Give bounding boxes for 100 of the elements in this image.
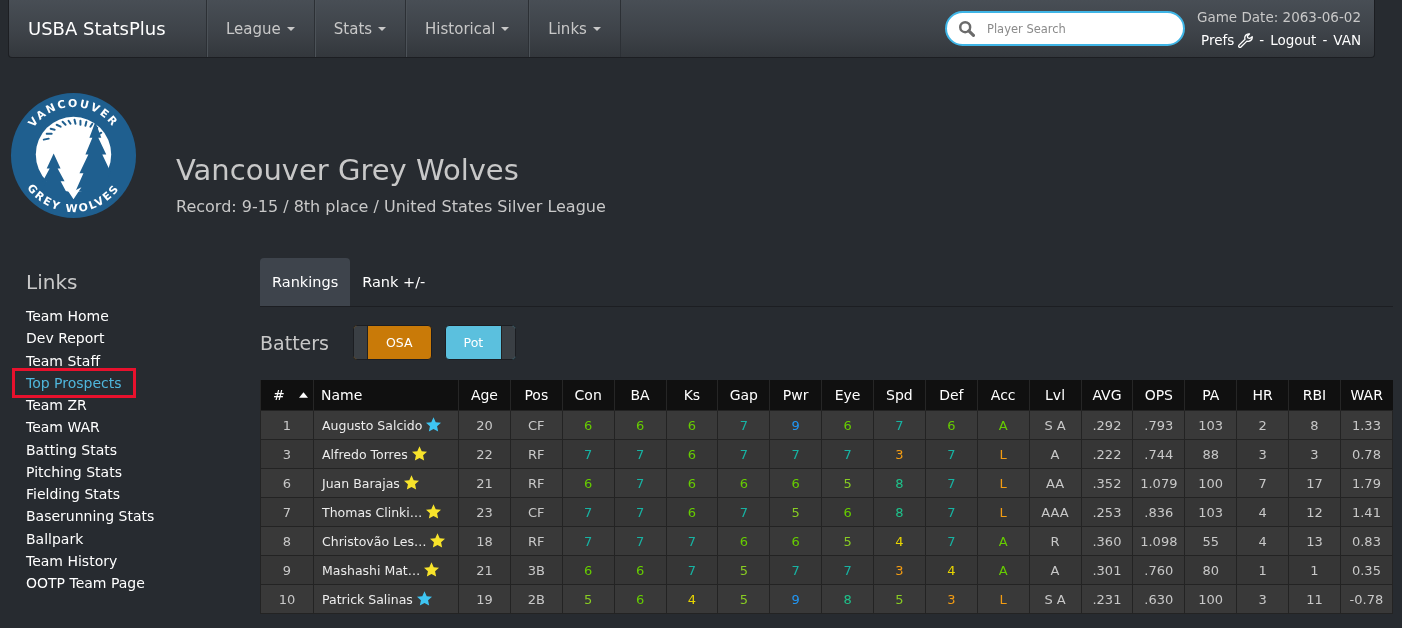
column-header[interactable]: BA — [614, 380, 666, 411]
table-cell: 4 — [1236, 497, 1289, 527]
table-cell: 3 — [1288, 439, 1341, 469]
table-cell: 23 — [458, 497, 511, 527]
sidebar-link[interactable]: Team WAR — [26, 416, 100, 439]
toggle-handle — [354, 326, 368, 359]
sidebar-link[interactable]: Ballpark — [26, 527, 84, 550]
column-header[interactable]: Gap — [717, 380, 770, 411]
column-header[interactable]: Def — [925, 380, 978, 411]
table-cell: .360 — [1081, 526, 1133, 556]
table-cell: 3 — [260, 439, 314, 469]
table-cell: .292 — [1081, 410, 1133, 440]
column-header[interactable]: Name — [313, 380, 459, 411]
sidebar-link[interactable]: Fielding Stats — [26, 483, 121, 506]
user-link[interactable]: Logout — [1270, 28, 1317, 52]
column-header[interactable]: Age — [458, 380, 511, 411]
table-cell: 18 — [458, 526, 511, 556]
nav-menu-button[interactable]: League — [206, 0, 314, 57]
column-header[interactable]: # — [260, 380, 314, 411]
column-header[interactable]: Pwr — [769, 380, 822, 411]
table-cell: 6 — [562, 468, 615, 498]
column-header[interactable]: Lvl — [1029, 380, 1081, 411]
table-cell: 3 — [1236, 439, 1289, 469]
tab[interactable]: Rankings — [260, 258, 351, 306]
column-header[interactable]: WAR — [1340, 380, 1393, 411]
column-header[interactable]: Spd — [873, 380, 926, 411]
nav-menu-button[interactable]: Links — [528, 0, 621, 57]
table-cell: 2B — [510, 584, 563, 614]
table-cell: .760 — [1132, 555, 1185, 585]
sidebar-link[interactable]: Batting Stats — [26, 438, 117, 461]
table-cell: 6 — [666, 439, 718, 469]
table-cell: 6 — [769, 468, 822, 498]
sidebar-link[interactable]: Team History — [26, 549, 118, 572]
sidebar-link[interactable]: Baserunning Stats — [26, 505, 155, 528]
table-cell: 1.098 — [1132, 526, 1185, 556]
table-cell: 8 — [1288, 410, 1341, 440]
wrench-icon — [1238, 32, 1254, 48]
table-cell: CF — [510, 497, 563, 527]
table-cell: 5 — [769, 497, 822, 527]
table-cell: RF — [510, 526, 563, 556]
table-cell: 5 — [717, 584, 770, 614]
table-cell: A — [977, 555, 1030, 585]
table-cell: 7 — [925, 497, 978, 527]
table-cell: A — [977, 526, 1030, 556]
nav-menu-button[interactable]: Historical — [405, 0, 529, 57]
column-header[interactable]: OPS — [1132, 380, 1185, 411]
sidebar-link[interactable]: Dev Report — [26, 327, 105, 350]
table-cell: 8 — [873, 468, 926, 498]
table-cell: 22 — [458, 439, 511, 469]
table-cell: 4 — [1236, 526, 1289, 556]
sidebar-link[interactable]: OOTP Team Page — [26, 572, 145, 595]
table-cell: 21 — [458, 555, 511, 585]
column-header[interactable]: Con — [562, 380, 615, 411]
column-header[interactable]: PA — [1184, 380, 1237, 411]
column-header[interactable]: RBI — [1288, 380, 1341, 411]
table-cell: 1 — [1236, 555, 1289, 585]
table-cell: 7 — [769, 439, 822, 469]
table-cell: 17 — [1288, 468, 1341, 498]
table-cell: R — [1029, 526, 1081, 556]
table-cell: L — [977, 439, 1030, 469]
sidebar-link[interactable]: Pitching Stats — [26, 460, 122, 483]
table-cell: 5 — [873, 584, 926, 614]
table-cell: 8 — [260, 526, 314, 556]
table-cell: 6 — [562, 410, 615, 440]
column-header[interactable]: Pos — [510, 380, 563, 411]
sort-caret-icon — [298, 392, 308, 398]
brand-link[interactable]: USBA StatsPlus — [9, 0, 206, 57]
column-header[interactable]: AVG — [1081, 380, 1133, 411]
column-header[interactable]: HR — [1236, 380, 1289, 411]
sidebar-heading: Links — [26, 270, 79, 294]
table-cell: 8 — [873, 497, 926, 527]
sidebar-link[interactable]: Team Home — [26, 305, 109, 328]
table-cell: 20 — [458, 410, 511, 440]
table-cell: 5 — [821, 468, 874, 498]
table-cell: 4 — [873, 526, 926, 556]
table-cell: 7 — [614, 526, 666, 556]
table-cell: 7 — [821, 555, 874, 585]
column-header[interactable]: Eye — [821, 380, 874, 411]
table-cell: 5 — [821, 526, 874, 556]
user-link[interactable]: VAN — [1333, 28, 1361, 52]
table-cell: .744 — [1132, 439, 1185, 469]
nav-menu-button[interactable]: Stats — [313, 0, 406, 57]
table-cell: 7 — [925, 439, 978, 469]
tab[interactable]: Rank +/- — [350, 258, 438, 306]
sidebar-link[interactable]: Top Prospects — [12, 367, 136, 398]
search-field[interactable]: Player Search — [944, 11, 1185, 46]
column-header[interactable]: Acc — [977, 380, 1030, 411]
table-cell: L — [977, 468, 1030, 498]
separator-text: - — [1322, 30, 1328, 50]
table-cell: 55 — [1184, 526, 1237, 556]
prefs-link[interactable]: Prefs — [1201, 28, 1254, 52]
caret-icon — [592, 26, 601, 31]
table-cell: 7 — [769, 555, 822, 585]
table-cell: 10 — [260, 584, 314, 614]
table-cell: 9 — [769, 410, 822, 440]
table-cell: 6 — [614, 584, 666, 614]
table-cell: 7 — [666, 526, 718, 556]
table-cell: 12 — [1288, 497, 1341, 527]
column-header[interactable]: Ks — [666, 380, 718, 411]
table-cell: 100 — [1184, 584, 1237, 614]
